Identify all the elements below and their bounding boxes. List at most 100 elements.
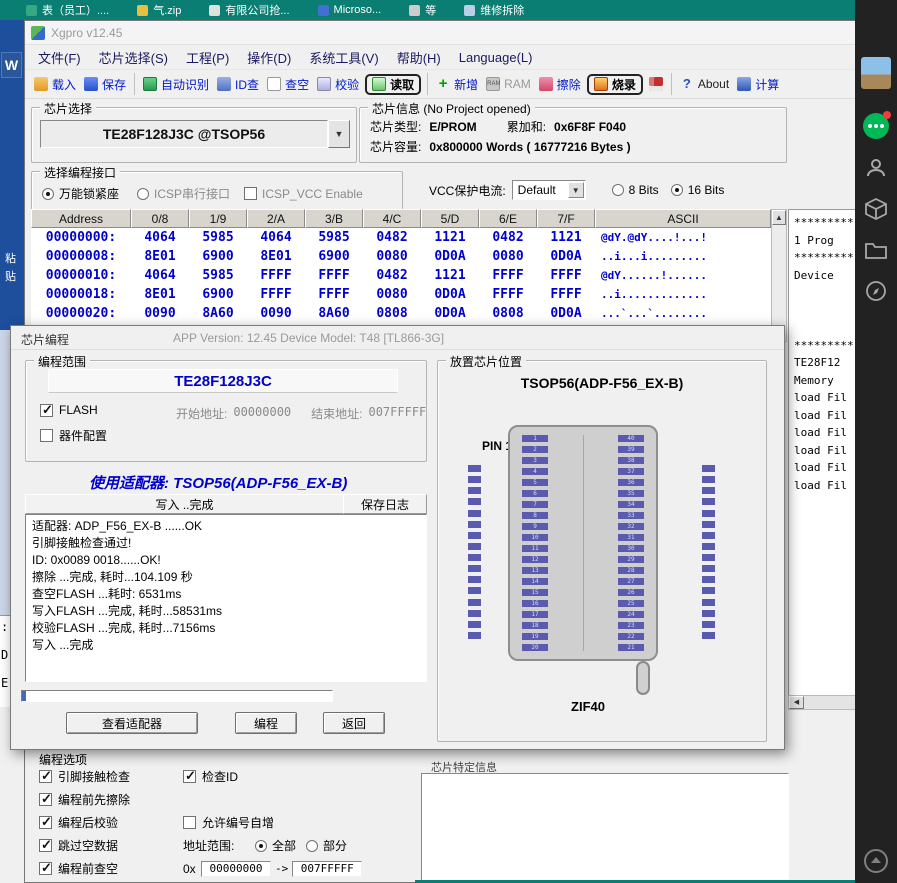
photo-thumbnail[interactable] [861, 57, 891, 89]
socket-radio[interactable] [42, 188, 54, 200]
taskbar-item[interactable]: 等 [409, 2, 436, 18]
outer-pads-left [468, 465, 481, 639]
range-part-radio[interactable] [306, 840, 318, 852]
status-text: 写入 ..完成 [25, 494, 344, 514]
vcc-row: VCC保护电流: Default ▼ 8 Bits 16 Bits [429, 179, 724, 201]
taskbar-item[interactable]: Microso... [318, 4, 382, 16]
folder-icon[interactable] [864, 238, 888, 262]
menu-item[interactable]: 帮助(H) [388, 48, 450, 67]
socket-pin: 17 [522, 611, 548, 618]
dialog-title: 芯片编程 [21, 331, 69, 348]
toolbar-button-ram-test[interactable]: RAMRAM [482, 75, 535, 93]
chat-icon[interactable] [863, 113, 889, 139]
hex-scrollbar[interactable]: ▲ [771, 209, 787, 342]
toolbar-button-save[interactable]: 保存 [80, 74, 130, 95]
toolbar-button-label: 烧录 [612, 76, 636, 93]
toolbar-button-about[interactable]: ?About [676, 75, 733, 93]
taskbar-item[interactable]: 气.zip [137, 2, 181, 18]
menu-item[interactable]: 文件(F) [29, 48, 90, 67]
dialog-log[interactable]: 适配器: ADP_F56_EX-B ......OK引脚接触检查通过!ID: 0… [25, 514, 427, 682]
blank-before-checkbox[interactable] [39, 862, 52, 875]
taskbar-item[interactable]: 表（员工）.... [26, 2, 109, 18]
toolbar-button-id-check[interactable]: ID查 [213, 74, 263, 95]
hex-table: Address0/81/92/A3/B4/C5/D6/E7/FASCII0000… [31, 209, 771, 342]
dialog-titlebar[interactable]: 芯片编程 APP Version: 12.45 Device Model: T4… [11, 326, 784, 350]
toolbar-button-read[interactable]: 读取 [365, 74, 421, 95]
bits8-label: 8 Bits [629, 183, 659, 197]
addr-to-field[interactable]: 007FFFFF [292, 861, 362, 877]
addr-from-field[interactable]: 00000000 [201, 861, 271, 877]
toolbar-button-label: RAM [504, 77, 531, 91]
back-button[interactable]: 返回 [323, 712, 385, 734]
save-log-button[interactable]: 保存日志 [343, 494, 427, 514]
verify-after-checkbox[interactable] [39, 816, 52, 829]
toolbar-button-label: 新增 [454, 76, 478, 93]
check-id-checkbox[interactable] [183, 770, 196, 783]
pin-check-label: 引脚接触检查 [58, 768, 183, 785]
erase-before-checkbox[interactable] [39, 793, 52, 806]
log-panel-hscroll[interactable]: ◀ [788, 695, 861, 710]
option-row: 编程前查空 0x 00000000 -> 007FFFFF [39, 861, 362, 876]
pin-check-checkbox[interactable] [39, 770, 52, 783]
toolbar-button-load[interactable]: 载入 [30, 74, 80, 95]
chevron-down-icon[interactable]: ▼ [568, 182, 584, 198]
toolbar-button-blank-check[interactable]: 查空 [263, 74, 313, 95]
log-panel[interactable]: *********1 Prog*********Device*********T… [788, 209, 861, 695]
view-adapter-button[interactable]: 查看适配器 [66, 712, 198, 734]
menu-item[interactable]: 芯片选择(S) [90, 48, 177, 67]
auto-serial-checkbox[interactable] [183, 816, 196, 829]
scroll-top-icon[interactable] [864, 849, 888, 873]
flash-checkbox[interactable] [40, 404, 53, 417]
toolbar-separator [134, 73, 135, 95]
window-titlebar[interactable]: Xgpro v12.45 [25, 21, 859, 45]
menu-item[interactable]: 操作(D) [238, 48, 300, 67]
workbench-icon[interactable] [864, 197, 888, 221]
hex-data-cell: 5985 [189, 228, 247, 247]
chip-type-label: 芯片类型: [370, 118, 421, 135]
dialog-log-line: 写入 ...完成 [32, 637, 420, 654]
scroll-up-icon[interactable]: ▲ [772, 210, 786, 225]
chip-select-combo[interactable]: TE28F128J3C @TSOP56 ▼ [40, 120, 350, 148]
socket-pad [702, 599, 715, 606]
contacts-icon[interactable] [864, 156, 888, 180]
log-panel-line: load Fil [794, 442, 861, 460]
scroll-left-icon[interactable]: ◀ [789, 696, 804, 709]
window-icon [464, 5, 475, 16]
device-config-row: 器件配置 [40, 427, 107, 444]
toolbar-button-calculator[interactable]: 计算 [733, 74, 783, 95]
taskbar-item[interactable]: 维修拆除 [464, 2, 524, 18]
range-all-radio[interactable] [255, 840, 267, 852]
toolbar-button-auto-identify[interactable]: 自动识别 [139, 74, 213, 95]
screen: 表（员工）....气.zip有限公司抢...Microso...等维修拆除 W … [0, 0, 897, 883]
skip-blank-checkbox[interactable] [39, 839, 52, 852]
menu-item[interactable]: 系统工具(V) [300, 48, 387, 67]
taskbar-item[interactable]: 有限公司抢... [209, 2, 289, 18]
icsp-vcc-checkbox[interactable] [244, 187, 257, 200]
program-options-title: 编程选项 [39, 751, 87, 768]
hex-data-cell: 4064 [247, 228, 305, 247]
icsp-radio[interactable] [137, 188, 149, 200]
menu-item[interactable]: Language(L) [450, 50, 542, 65]
toolbar-button-verify[interactable]: 校验 [313, 74, 363, 95]
hex-data-cell: 8E01 [247, 247, 305, 266]
toolbar-button-new[interactable]: + 新增 [432, 74, 482, 95]
toolbar-button-grid[interactable] [645, 75, 667, 93]
word-icon[interactable]: W [1, 52, 22, 78]
bits16-radio[interactable] [671, 184, 683, 196]
program-button[interactable]: 编程 [235, 712, 297, 734]
toolbar-button-program[interactable]: 烧录 [587, 74, 643, 95]
inner-pads-right: 4039383736353433323130292827262524232221 [618, 435, 644, 651]
chevron-down-icon[interactable]: ▼ [328, 120, 350, 148]
vcc-select[interactable]: Default ▼ [512, 180, 586, 200]
socket-pad [702, 554, 715, 561]
socket-pin: 7 [522, 501, 548, 508]
plus-icon: + [436, 77, 450, 91]
bits8-radio[interactable] [612, 184, 624, 196]
device-config-checkbox[interactable] [40, 429, 53, 442]
socket-title: TSOP56(ADP-F56_EX-B) [438, 375, 766, 391]
menu-item[interactable]: 工程(P) [177, 48, 238, 67]
discover-icon[interactable] [864, 279, 888, 303]
socket-pin: 3 [522, 457, 548, 464]
socket-pin: 13 [522, 567, 548, 574]
toolbar-button-erase[interactable]: 擦除 [535, 74, 585, 95]
